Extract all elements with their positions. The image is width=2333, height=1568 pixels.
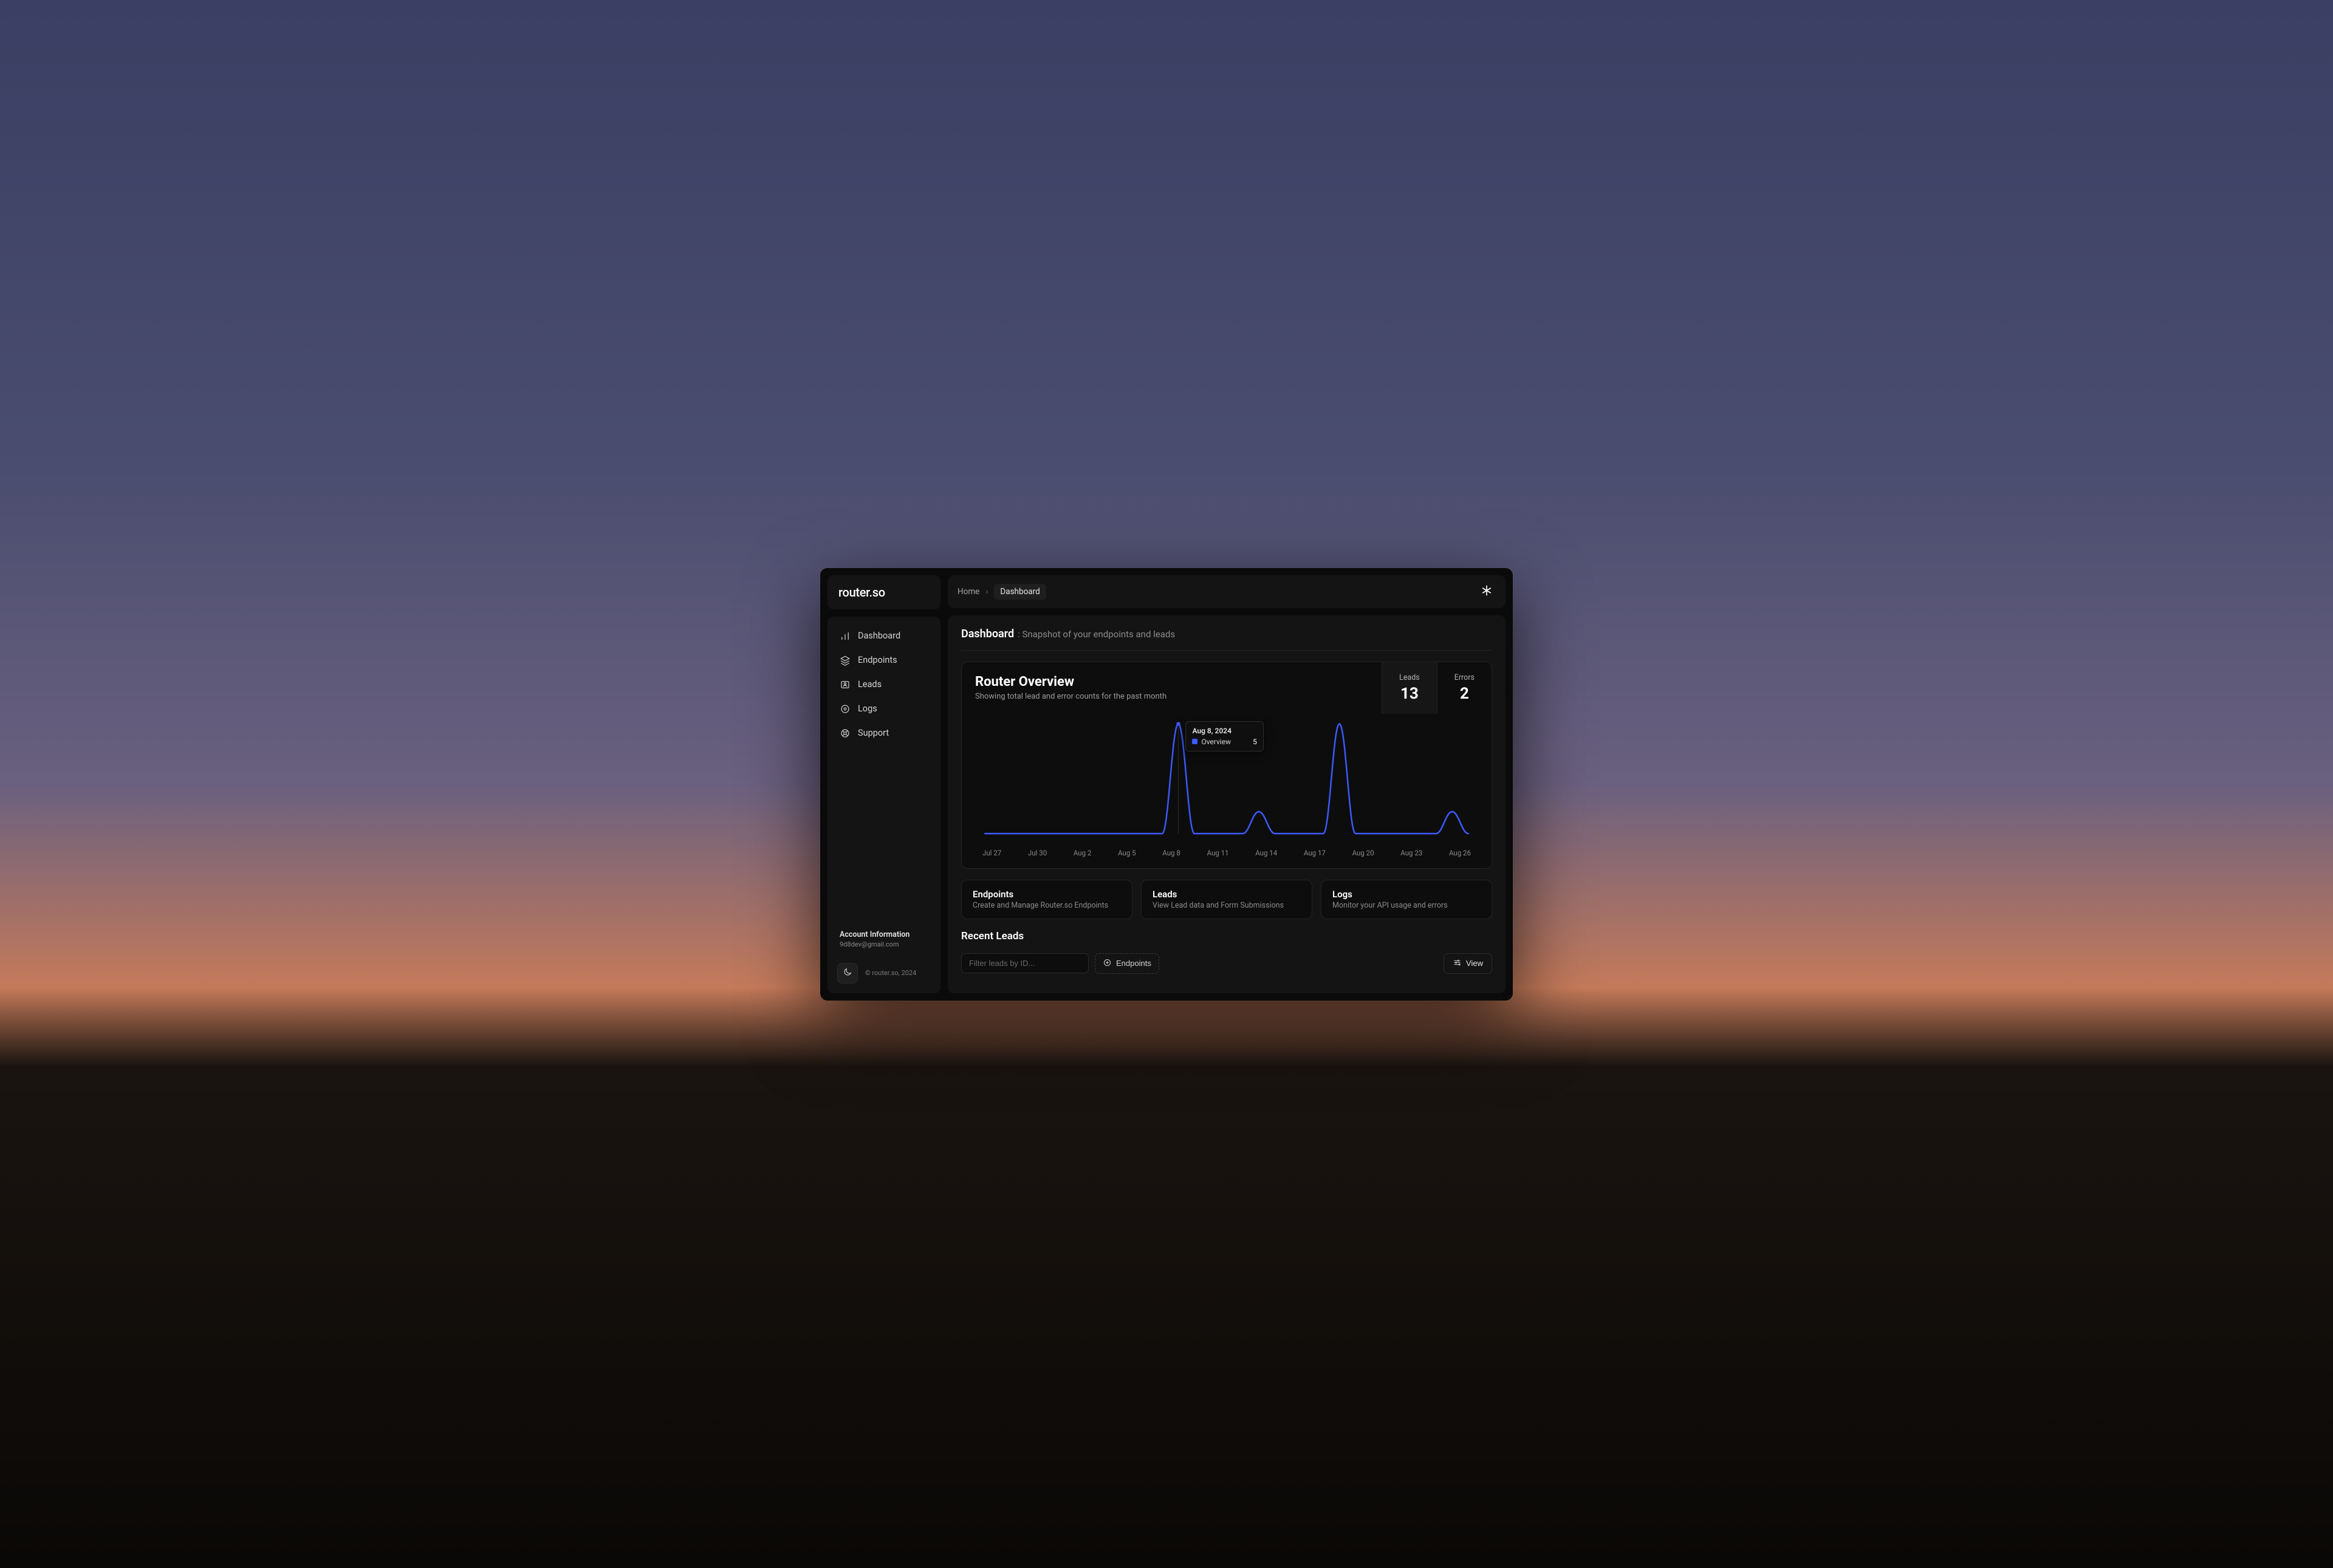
page-title-row: Dashboard : Snapshot of your endpoints a… <box>961 628 1492 651</box>
tooltip-swatch <box>1192 739 1197 744</box>
sidebar-item-label: Dashboard <box>858 631 900 641</box>
recent-leads-controls: Endpoints View <box>961 953 1492 974</box>
x-tick-label: Aug 17 <box>1304 849 1326 857</box>
x-tick-label: Aug 14 <box>1255 849 1277 857</box>
overview-heading: Router Overview Showing total lead and e… <box>962 662 1180 714</box>
x-tick-label: Aug 11 <box>1207 849 1229 857</box>
overview-top-row: Router Overview Showing total lead and e… <box>962 662 1492 714</box>
sidebar-item-label: Leads <box>858 679 882 690</box>
chart-tooltip: Aug 8, 2024 Overview 5 <box>1185 721 1263 751</box>
app-window: router.so Dashboard Endpoints <box>820 568 1513 1001</box>
left-column: router.so Dashboard Endpoints <box>827 575 940 993</box>
plus-circle-icon <box>1103 958 1112 969</box>
sliders-icon <box>1453 958 1462 969</box>
breadcrumb: Home › Dashboard <box>958 584 1046 600</box>
x-tick-label: Aug 20 <box>1352 849 1374 857</box>
sidebar-nav: Dashboard Endpoints Leads <box>835 625 933 744</box>
info-card-title: Logs <box>1332 889 1481 900</box>
bar-chart-icon <box>840 631 851 642</box>
x-tick-label: Aug 26 <box>1449 849 1471 857</box>
view-button-label: View <box>1466 959 1483 968</box>
moon-icon <box>843 967 852 979</box>
main-panel: Dashboard : Snapshot of your endpoints a… <box>948 615 1506 993</box>
tooltip-date: Aug 8, 2024 <box>1192 727 1256 735</box>
x-tick-label: Aug 23 <box>1400 849 1422 857</box>
stat-leads[interactable]: Leads 13 <box>1382 662 1437 714</box>
overview-stats: Leads 13 Errors 2 <box>1382 662 1492 714</box>
info-card-subtitle: Create and Manage Router.so Endpoints <box>973 901 1121 910</box>
stat-leads-value: 13 <box>1399 685 1420 703</box>
info-card-title: Leads <box>1153 889 1301 900</box>
tooltip-value: 5 <box>1253 738 1257 746</box>
overview-subtitle: Showing total lead and error counts for … <box>975 692 1166 701</box>
overview-card: Router Overview Showing total lead and e… <box>961 662 1492 869</box>
page-title: Dashboard <box>961 628 1014 640</box>
info-cards-row: Endpoints Create and Manage Router.so En… <box>961 880 1492 919</box>
sidebar-item-endpoints[interactable]: Endpoints <box>835 649 933 671</box>
sidebar-item-leads[interactable]: Leads <box>835 674 933 696</box>
x-tick-label: Jul 27 <box>982 849 1001 857</box>
info-card-subtitle: View Lead data and Form Submissions <box>1153 901 1301 910</box>
theme-toggle-button[interactable] <box>837 963 858 984</box>
overview-chart: Aug 8, 2024 Overview 5 Jul 27 Jul 30 Aug 2… <box>962 714 1492 868</box>
x-tick-label: Aug 5 <box>1118 849 1136 857</box>
breadcrumb-home[interactable]: Home <box>958 587 979 597</box>
info-card-title: Endpoints <box>973 889 1121 900</box>
asterisk-icon <box>1480 584 1493 600</box>
stat-errors-value: 2 <box>1454 685 1475 703</box>
sidebar-footer: © router.so, 2024 <box>835 959 933 985</box>
info-card-leads[interactable]: Leads View Lead data and Form Submission… <box>1141 880 1312 919</box>
brand-logo: router.so <box>838 585 930 600</box>
sidebar-item-label: Endpoints <box>858 655 897 665</box>
sidebar-item-label: Support <box>858 728 889 738</box>
lifebuoy-icon <box>840 728 851 739</box>
account-heading: Account Information <box>840 930 928 939</box>
info-card-endpoints[interactable]: Endpoints Create and Manage Router.so En… <box>961 880 1132 919</box>
chevron-right-icon: › <box>985 587 988 597</box>
logo-card: router.so <box>827 575 940 609</box>
x-tick-label: Jul 30 <box>1028 849 1047 857</box>
page-subtitle: : Snapshot of your endpoints and leads <box>1018 629 1175 640</box>
chart-x-axis: Jul 27 Jul 30 Aug 2 Aug 5 Aug 8 Aug 11 Aug 14 A… <box>974 845 1479 857</box>
sidebar-item-dashboard[interactable]: Dashboard <box>835 625 933 647</box>
overview-title: Router Overview <box>975 674 1166 690</box>
copyright-text: © router.so, 2024 <box>865 969 916 977</box>
info-card-subtitle: Monitor your API usage and errors <box>1332 901 1481 910</box>
sidebar-item-label: Logs <box>858 704 877 714</box>
stat-leads-label: Leads <box>1399 673 1420 682</box>
tooltip-series-label: Overview <box>1201 738 1231 746</box>
breadcrumb-current: Dashboard <box>994 584 1046 600</box>
id-card-icon <box>840 679 851 690</box>
header-bar: Home › Dashboard <box>948 575 1506 608</box>
stat-errors[interactable]: Errors 2 <box>1437 662 1492 714</box>
right-column: Home › Dashboard Dashboard : Snapshot of… <box>948 575 1506 993</box>
stat-errors-label: Errors <box>1454 673 1475 682</box>
endpoints-filter-label: Endpoints <box>1116 959 1151 968</box>
chart-canvas[interactable]: Aug 8, 2024 Overview 5 <box>974 717 1479 845</box>
sidebar: Dashboard Endpoints Leads <box>827 617 940 993</box>
star-button[interactable] <box>1478 583 1496 601</box>
disc-icon <box>840 704 851 714</box>
account-email: 9d8dev@gmail.com <box>840 940 928 948</box>
view-button[interactable]: View <box>1444 953 1492 974</box>
x-tick-label: Aug 8 <box>1162 849 1180 857</box>
sidebar-item-logs[interactable]: Logs <box>835 698 933 720</box>
account-info: Account Information 9d8dev@gmail.com <box>835 925 933 953</box>
info-card-logs[interactable]: Logs Monitor your API usage and errors <box>1321 880 1492 919</box>
sidebar-item-support[interactable]: Support <box>835 722 933 744</box>
filter-leads-input[interactable] <box>961 953 1089 973</box>
endpoints-filter-button[interactable]: Endpoints <box>1095 953 1159 974</box>
x-tick-label: Aug 2 <box>1074 849 1092 857</box>
layers-icon <box>840 655 851 666</box>
recent-leads-title: Recent Leads <box>961 930 1492 942</box>
